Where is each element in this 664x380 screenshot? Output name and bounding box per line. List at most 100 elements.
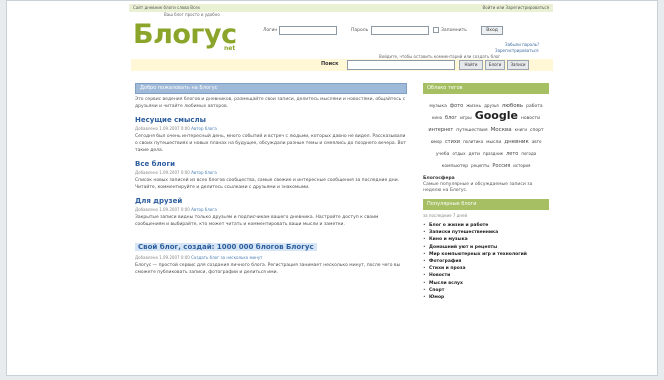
logo-suffix: net (224, 45, 236, 52)
blogosphere-title: Блогосфера (423, 176, 455, 181)
post-author-link[interactable]: Автор блога (191, 126, 217, 131)
popular-blog-link[interactable]: Мысли вслух (429, 281, 463, 286)
main-content: Добро пожаловать на Блогус Это сервис ве… (135, 83, 407, 276)
tag-cloud-link[interactable]: работа (526, 103, 543, 110)
popular-blog-item[interactable]: Мысли вслух (423, 280, 549, 287)
post: Несущие смыслы Добавлено 1.09.2007 0:00 … (135, 116, 407, 154)
password-label: Пароль (351, 28, 369, 33)
tag-cloud-link[interactable]: авто (532, 138, 542, 145)
tag-cloud-link[interactable]: политика (463, 138, 483, 145)
remember-checkbox[interactable] (433, 27, 439, 33)
popular-blog-link[interactable]: Домашний уют и рецепты (429, 245, 497, 250)
popular-blog-item[interactable]: Фотография (423, 258, 549, 265)
post-date: Добавлено 1.09.2007 0:00 (135, 170, 190, 175)
popular-blog-link[interactable]: Новости (429, 273, 450, 278)
popular-blogs-heading: Популярные блоги (423, 199, 549, 210)
popular-blog-item[interactable]: Юмор (423, 294, 549, 301)
tag-cloud-link[interactable]: праздник (483, 150, 503, 157)
web-page: Сайт дневник блоги слова Всех Войти или … (6, 0, 658, 376)
tag-cloud-link[interactable]: учеба (436, 151, 450, 158)
popular-blog-item[interactable]: Блог о жизни и работе (423, 222, 549, 229)
tag-cloud-link[interactable]: отдых (452, 150, 465, 157)
search-blogs-button[interactable]: Блоги (485, 60, 505, 70)
post-author-link[interactable]: Автор блога (191, 170, 217, 175)
tag-cloud-link[interactable]: путешествия (456, 127, 487, 134)
tag-cloud-link[interactable]: книги (515, 126, 527, 133)
popular-blog-link[interactable]: Блог о жизни и работе (429, 223, 488, 228)
top-bar-left-text: Сайт дневник блоги слова Всех (133, 5, 201, 10)
post-title[interactable]: Несущие смыслы (135, 116, 407, 124)
tag-cloud-link[interactable]: компьютер (442, 163, 469, 170)
post-meta: Добавлено 1.09.2007 0:00 Автор блога (135, 207, 407, 212)
popular-blog-item[interactable]: Записки путешественника (423, 229, 549, 236)
tag-cloud-link[interactable]: история (513, 162, 530, 169)
popular-blog-link[interactable]: Спорт (429, 288, 444, 293)
tag-cloud-link[interactable]: мысли (486, 139, 501, 146)
post-author-link[interactable]: Создать блог за несколько минут (191, 255, 262, 260)
search-posts-button[interactable]: Записи (507, 60, 529, 70)
post-body: Блогус — простой сервис для создания лич… (135, 263, 401, 275)
post-body: Сегодня был очень интересный день, много… (135, 134, 407, 153)
popular-blog-link[interactable]: Фотография (429, 259, 461, 264)
post: Свой блог, создай: 1000 000 блогов Блогу… (135, 234, 407, 276)
password-input[interactable] (371, 26, 429, 35)
search-input[interactable] (347, 60, 455, 70)
site-logo[interactable]: Ваш блог просто и удобно Блогус net (133, 12, 237, 52)
logo-text: Блогус (133, 19, 237, 50)
tag-cloud-link[interactable]: юмор (431, 138, 442, 145)
tag-cloud-link[interactable]: рецепты (471, 162, 489, 169)
tag-cloud-link[interactable]: Россия (492, 163, 510, 170)
post-body: Список новых записей из всех блогов сооб… (135, 178, 400, 190)
tag-cloud-link[interactable]: дети (469, 151, 480, 158)
popular-blog-item[interactable]: Стихи и проза (423, 265, 549, 272)
popular-blog-item[interactable]: Мир компьютерных игр и технологий (423, 251, 549, 258)
popular-blog-item[interactable]: Домашний уют и рецепты (423, 244, 549, 251)
register-link[interactable]: Зарегистрироваться (495, 48, 538, 53)
welcome-headline: Добро пожаловать на Блогус (135, 83, 407, 94)
post-title[interactable]: Свой блог, создай: 1000 000 блогов Блогу… (135, 243, 317, 251)
welcome-intro: Это сервис ведения блогов и дневников, р… (135, 97, 406, 109)
post-date: Добавлено 1.09.2007 0:00 (135, 255, 190, 260)
search-button[interactable]: Найти (459, 60, 483, 70)
tag-cloud-link[interactable]: друзья (484, 102, 499, 109)
popular-blog-link[interactable]: Стихи и проза (429, 266, 465, 271)
tag-cloud-link[interactable]: музыка (429, 103, 446, 110)
search-label: Поиск (321, 61, 339, 67)
tag-cloud-link[interactable]: лето (506, 151, 518, 158)
browser-viewport: Сайт дневник блоги слова Всех Войти или … (0, 0, 664, 380)
search-bar: Поиск Найти Блоги Записи (131, 59, 553, 71)
tag-cloud-link[interactable]: блог (445, 115, 457, 122)
popular-blog-link[interactable]: Юмор (429, 295, 444, 300)
post-meta: Добавлено 1.09.2007 0:00 Автор блога (135, 170, 407, 175)
tag-cloud-heading: Облако тегов (423, 83, 549, 94)
tag-cloud-link[interactable]: интернет (428, 127, 453, 134)
tag-cloud-link[interactable]: кино (432, 114, 442, 121)
popular-blog-link[interactable]: Записки путешественника (429, 230, 498, 235)
forgot-password-link[interactable]: Забыли пароль? (505, 42, 539, 47)
popular-blog-item[interactable]: Кино и музыка (423, 236, 549, 243)
tag-cloud-link[interactable]: дневник (504, 139, 529, 146)
tag-cloud-link[interactable]: фото (450, 103, 463, 110)
post-meta: Добавлено 1.09.2007 0:00 Автор блога (135, 126, 407, 131)
tag-cloud-link[interactable]: новости (521, 115, 540, 122)
post-title[interactable]: Для друзей (135, 197, 407, 205)
top-bar-auth-link[interactable]: Войти или Зарегистрироваться (483, 4, 550, 12)
popular-blog-link[interactable]: Кино и музыка (429, 237, 468, 242)
logo-tagline: Ваш блог просто и удобно (164, 12, 220, 17)
tag-cloud-link[interactable]: игры (460, 115, 472, 122)
tag-cloud-link[interactable]: стихи (445, 139, 460, 146)
login-submit-button[interactable]: Вход (481, 26, 503, 35)
tag-cloud-link[interactable]: Москва (491, 127, 512, 134)
login-input[interactable] (279, 26, 337, 35)
post-title[interactable]: Все блоги (135, 160, 407, 168)
popular-blog-link[interactable]: Мир компьютерных игр и технологий (429, 252, 527, 257)
post-meta: Добавлено 1.09.2007 0:00 Создать блог за… (135, 255, 407, 260)
post-date: Добавлено 1.09.2007 0:00 (135, 126, 190, 131)
post-date: Добавлено 1.09.2007 0:00 (135, 207, 190, 212)
popular-blog-item[interactable]: Новости (423, 272, 549, 279)
post-author-link[interactable]: Автор блога (191, 207, 217, 212)
tag-cloud-link[interactable]: погода (521, 150, 536, 157)
tag-cloud-link[interactable]: спорт (530, 127, 544, 134)
tag-cloud-link[interactable]: Google (475, 110, 518, 121)
popular-blog-item[interactable]: Спорт (423, 287, 549, 294)
